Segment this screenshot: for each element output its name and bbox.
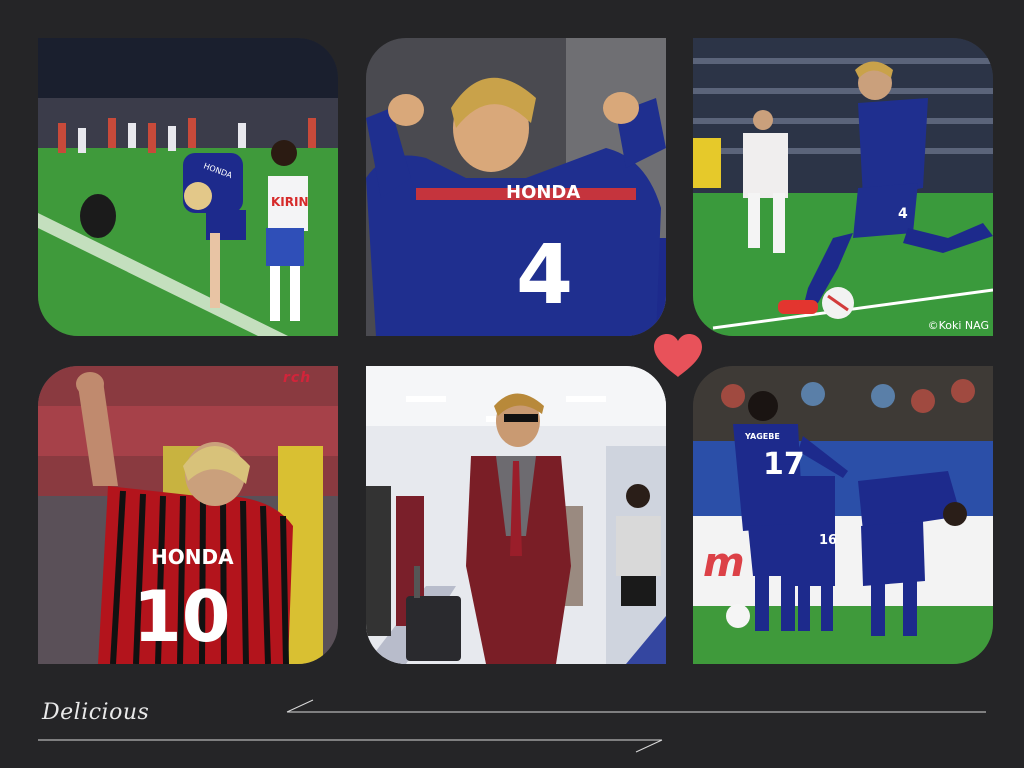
jersey-name-text: HONDA	[506, 182, 580, 203]
jersey-number-2-text: 16	[819, 533, 837, 548]
photo-tile-honda-milan[interactable]: HONDA 10 rch	[38, 366, 338, 664]
jersey-number-text: 10	[133, 576, 230, 658]
jersey-name-text: YAGEBE	[744, 432, 780, 441]
jersey-number-text: 4	[898, 206, 908, 222]
jersey-name-text: HONDA	[151, 545, 234, 569]
photo-tile-airport-suit[interactable]	[366, 366, 666, 664]
photo-credit: ©Koki NAG	[927, 319, 989, 332]
photo-tile-stadium-kids[interactable]: KIRIN HONDA	[38, 38, 338, 336]
svg-text:m: m	[703, 540, 745, 586]
photo-tile-japan-players[interactable]: m YAGEBE 17 16	[693, 366, 993, 664]
heart-icon[interactable]	[652, 333, 704, 379]
photo-watermark: rch	[283, 370, 312, 386]
photo-tile-honda-kick[interactable]: 4 ©Koki NAG	[693, 38, 993, 336]
photo-tile-honda-back[interactable]: HONDA 4	[366, 38, 666, 336]
jersey-number-text: 17	[763, 447, 805, 482]
jersey-number-text: 4	[516, 228, 573, 323]
caption-title: Delicious	[42, 700, 150, 725]
kid-shirt-text: KIRIN	[271, 195, 309, 209]
